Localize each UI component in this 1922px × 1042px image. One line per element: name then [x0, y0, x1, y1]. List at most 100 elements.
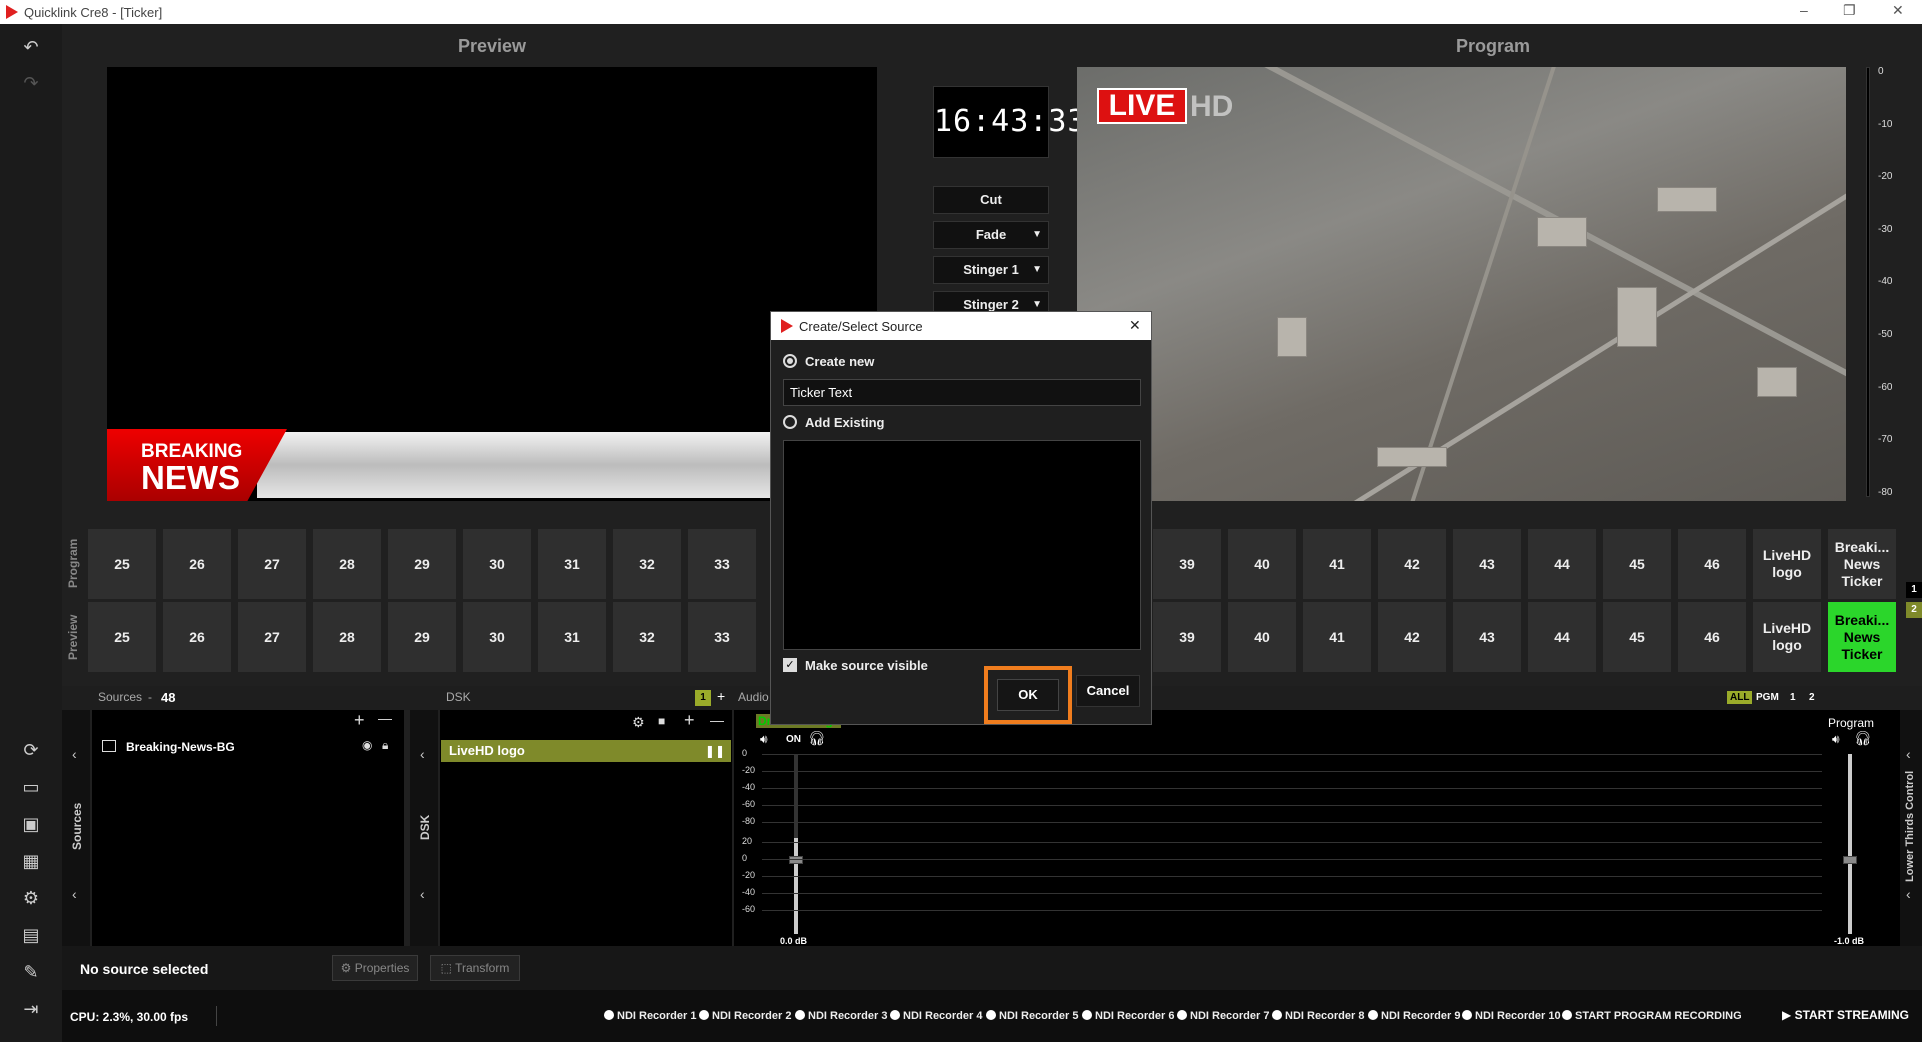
program-headphones-icon[interactable]: 🎧︎: [1854, 730, 1872, 747]
ndi-recorder-toggle[interactable]: NDI Recorder 2: [699, 1010, 791, 1022]
program-source-cell[interactable]: 45: [1603, 529, 1671, 599]
program-monitor[interactable]: [1077, 67, 1846, 501]
create-new-radio[interactable]: [783, 354, 797, 368]
source-name-input[interactable]: [783, 379, 1141, 406]
program-source-cell[interactable]: 27: [238, 529, 306, 599]
audio-fader-track[interactable]: [794, 838, 798, 934]
chevron-down-icon[interactable]: ▼: [1032, 257, 1042, 283]
transform-button[interactable]: ⬚ Transform: [430, 955, 520, 981]
lower-thirds-collapse-icon-2[interactable]: ‹: [1906, 886, 1911, 902]
preview-source-cell[interactable]: 29: [388, 602, 456, 672]
preview-source-cell[interactable]: Breaki... News Ticker: [1828, 602, 1896, 672]
speaker-icon[interactable]: 🔊︎: [760, 732, 768, 747]
lower-thirds-collapse-icon[interactable]: ‹: [1906, 746, 1911, 762]
remove-source-button[interactable]: —: [378, 710, 392, 726]
preview-source-cell[interactable]: 46: [1678, 602, 1746, 672]
layout-grid-icon[interactable]: ▦: [14, 848, 48, 874]
add-source-button[interactable]: +: [354, 710, 365, 731]
program-fader-knob[interactable]: [1843, 856, 1857, 864]
dsk-add-item-button[interactable]: +: [684, 710, 695, 731]
dsk-collapse-left-icon[interactable]: ‹: [420, 746, 425, 762]
preview-source-cell[interactable]: 42: [1378, 602, 1446, 672]
dsk-item[interactable]: LiveHD logo ❚❚: [441, 740, 731, 762]
filter-2-button[interactable]: 2: [1809, 692, 1815, 703]
ndi-recorder-toggle[interactable]: NDI Recorder 9: [1368, 1010, 1460, 1022]
program-speaker-icon[interactable]: 🔊︎: [1832, 732, 1840, 747]
preview-source-cell[interactable]: 26: [163, 602, 231, 672]
program-source-cell[interactable]: 29: [388, 529, 456, 599]
program-source-cell[interactable]: 44: [1528, 529, 1596, 599]
preview-source-cell[interactable]: LiveHD logo: [1753, 602, 1821, 672]
program-source-cell[interactable]: 25: [88, 529, 156, 599]
add-existing-radio[interactable]: [783, 415, 797, 429]
preview-source-cell[interactable]: 32: [613, 602, 681, 672]
program-source-cell[interactable]: 32: [613, 529, 681, 599]
filter-1-button[interactable]: 1: [1790, 692, 1796, 703]
undo-icon[interactable]: ↶: [14, 34, 48, 60]
headphones-icon[interactable]: 🎧︎: [808, 730, 826, 747]
collapse-left-icon[interactable]: ‹: [72, 746, 77, 762]
monitor-icon[interactable]: ▭: [14, 774, 48, 800]
dialog-close-button[interactable]: ✕: [1129, 317, 1141, 334]
filter-all-button[interactable]: ALL: [1727, 691, 1753, 704]
program-source-cell[interactable]: 40: [1228, 529, 1296, 599]
preview-source-cell[interactable]: 45: [1603, 602, 1671, 672]
chevron-down-icon[interactable]: ▼: [1032, 222, 1042, 248]
program-source-cell[interactable]: 26: [163, 529, 231, 599]
source-item[interactable]: Breaking-News-BG ◉ 🔒︎: [102, 738, 400, 760]
transition-button-cut[interactable]: Cut: [933, 186, 1049, 214]
refresh-icon[interactable]: ⟳: [14, 737, 48, 763]
visibility-eye-icon[interactable]: ◉: [362, 738, 372, 752]
ndi-recorder-toggle[interactable]: NDI Recorder 5: [986, 1010, 1078, 1022]
program-source-cell[interactable]: LiveHD logo: [1753, 529, 1821, 599]
start-program-recording-button[interactable]: START PROGRAM RECORDING: [1562, 1010, 1742, 1022]
lock-icon[interactable]: 🔒︎: [382, 738, 388, 753]
collapse-left-icon-2[interactable]: ‹: [72, 886, 77, 902]
tools-icon[interactable]: ✎: [14, 959, 48, 985]
preview-source-cell[interactable]: 40: [1228, 602, 1296, 672]
start-streaming-button[interactable]: ▶ START STREAMING: [1782, 1008, 1909, 1022]
ndi-recorder-toggle[interactable]: NDI Recorder 6: [1082, 1010, 1174, 1022]
preview-source-cell[interactable]: 31: [538, 602, 606, 672]
program-source-cell[interactable]: Breaki... News Ticker: [1828, 529, 1896, 599]
preview-source-cell[interactable]: 41: [1303, 602, 1371, 672]
preview-source-cell[interactable]: 39: [1153, 602, 1221, 672]
ndi-recorder-toggle[interactable]: NDI Recorder 7: [1177, 1010, 1269, 1022]
preview-source-cell[interactable]: 43: [1453, 602, 1521, 672]
transition-button-fade[interactable]: Fade ▼: [933, 221, 1049, 249]
program-source-cell[interactable]: 28: [313, 529, 381, 599]
make-visible-checkbox[interactable]: ✓: [783, 658, 797, 672]
folder-icon[interactable]: ▤: [14, 922, 48, 948]
existing-sources-list[interactable]: [783, 440, 1141, 650]
preview-source-cell[interactable]: 25: [88, 602, 156, 672]
transition-button-stinger-1[interactable]: Stinger 1 ▼: [933, 256, 1049, 284]
pause-icon[interactable]: ❚❚: [705, 740, 725, 762]
program-source-cell[interactable]: 42: [1378, 529, 1446, 599]
program-source-cell[interactable]: 30: [463, 529, 531, 599]
program-source-cell[interactable]: 43: [1453, 529, 1521, 599]
cancel-button[interactable]: Cancel: [1076, 675, 1140, 707]
preview-source-cell[interactable]: 33: [688, 602, 756, 672]
restore-button[interactable]: ❐: [1843, 2, 1856, 19]
preview-source-cell[interactable]: 44: [1528, 602, 1596, 672]
preview-source-cell[interactable]: 30: [463, 602, 531, 672]
program-fader-track[interactable]: [1848, 754, 1852, 934]
ok-button[interactable]: OK: [997, 679, 1059, 711]
audio-on-toggle[interactable]: ON: [786, 734, 801, 745]
ndi-recorder-toggle[interactable]: NDI Recorder 1: [604, 1010, 696, 1022]
gear-icon[interactable]: ⚙: [14, 885, 48, 911]
multiview-icon[interactable]: ▣: [14, 811, 48, 837]
program-source-cell[interactable]: 31: [538, 529, 606, 599]
dsk-add-button[interactable]: +: [717, 688, 725, 704]
properties-button[interactable]: ⚙ Properties: [332, 955, 418, 981]
audio-fader-knob[interactable]: [789, 856, 803, 864]
ndi-recorder-toggle[interactable]: NDI Recorder 4: [890, 1010, 982, 1022]
filter-pgm-button[interactable]: PGM: [1756, 692, 1779, 703]
ndi-recorder-toggle[interactable]: NDI Recorder 3: [795, 1010, 887, 1022]
dsk-lock-icon[interactable]: ■: [658, 714, 665, 728]
program-source-cell[interactable]: 33: [688, 529, 756, 599]
dsk-remove-item-button[interactable]: —: [710, 712, 724, 728]
preview-source-cell[interactable]: 28: [313, 602, 381, 672]
ndi-recorder-toggle[interactable]: NDI Recorder 8: [1272, 1010, 1364, 1022]
minimize-button[interactable]: –: [1800, 2, 1808, 18]
